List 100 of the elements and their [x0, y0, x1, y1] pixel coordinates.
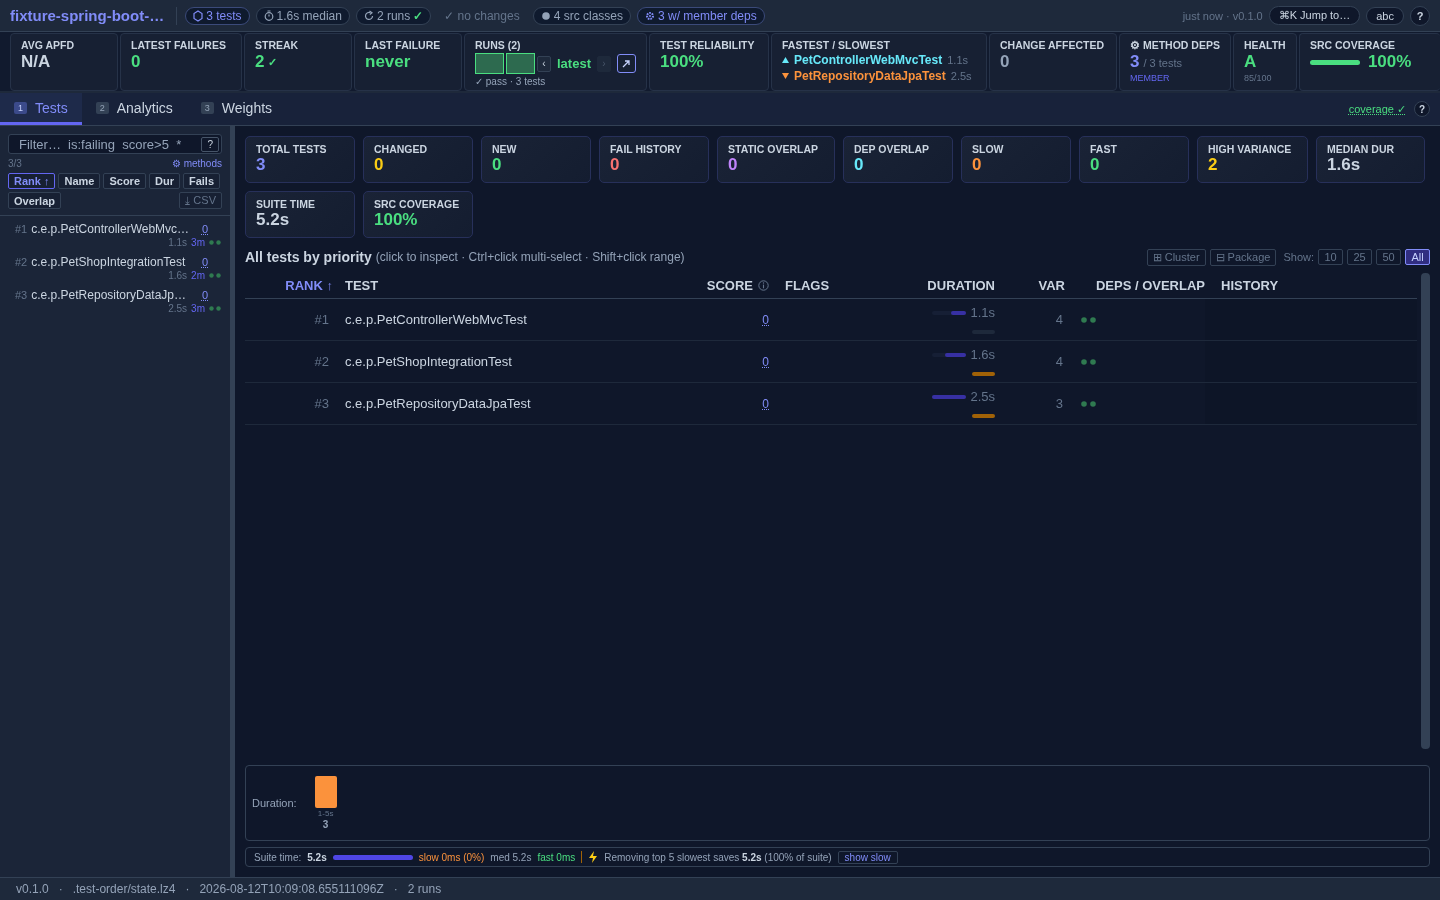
card-value: 0	[854, 156, 865, 174]
score-link[interactable]: 0	[762, 313, 769, 327]
tab[interactable]: 1 Tests	[0, 93, 82, 125]
column-header[interactable]: VAR	[995, 278, 1065, 293]
help-button[interactable]: ?	[1414, 101, 1430, 117]
chart-title: Duration:	[252, 797, 297, 809]
info-chip: 2 runs ✓	[355, 6, 432, 25]
test-name: c.e.p.PetRepositoryDataJp…	[31, 288, 187, 302]
expand-button[interactable]	[616, 54, 636, 73]
table-row[interactable]: #3 c.e.p.PetRepositoryDataJpaTest 0 2.5s 3	[245, 383, 1417, 425]
page-size-button[interactable]: 50	[1376, 249, 1401, 265]
sort-button[interactable]: Name	[58, 173, 101, 189]
table-cell-text: c.e.p.PetShopIntegrationTest	[345, 354, 513, 369]
column-header[interactable]: RANK ↑	[245, 278, 345, 293]
score-link[interactable]: 0	[201, 256, 208, 268]
card-label: STATIC OVERLAP	[728, 143, 820, 155]
run-block[interactable]	[506, 53, 535, 74]
gear-icon	[645, 9, 655, 22]
shortcut-badge: 2	[95, 101, 109, 114]
coverage-link[interactable]: coverage ✓	[1348, 102, 1406, 116]
card-value: 3	[1129, 53, 1140, 71]
page-size-button[interactable]: 25	[1347, 249, 1372, 265]
duration-text: 1.6s	[970, 347, 995, 362]
test-list-item[interactable]: #1 c.e.p.PetControllerWebMvc… 0 1.1s 3m	[8, 222, 222, 248]
column-header[interactable]: TEST	[345, 278, 705, 293]
card-label: RUNS (2)	[475, 39, 522, 51]
sort-button[interactable]: Rank ↑	[8, 173, 56, 189]
score-link[interactable]: 0	[762, 355, 769, 369]
status-text: v0.1.0	[16, 882, 49, 896]
help-button[interactable]: ?	[1410, 5, 1430, 26]
page-size-button[interactable]: 10	[1318, 249, 1343, 265]
score-link[interactable]: 0	[762, 397, 769, 411]
card-value: 0	[131, 53, 142, 71]
run-label: latest	[557, 56, 591, 71]
test-list-item[interactable]: #2 c.e.p.PetShopIntegrationTest 0 1.6s 2m	[8, 255, 222, 281]
rank-text: #1	[15, 223, 28, 235]
card-value: 3	[256, 156, 267, 174]
sort-button[interactable]: Fails	[182, 173, 221, 189]
age-text: 3m	[191, 303, 205, 314]
table-row[interactable]: #1 c.e.p.PetControllerWebMvcTest 0 1.1s 4	[245, 299, 1417, 341]
test-name: PetControllerWebMvcTest	[793, 53, 943, 67]
card-value: 0	[972, 156, 983, 174]
health-score: 85/100	[1243, 73, 1273, 83]
methods-link[interactable]: ⚙ methods	[171, 158, 222, 169]
age-text: 3m	[191, 237, 205, 248]
result-count: 3/3	[8, 158, 22, 169]
duration-text: 1.6s	[168, 270, 188, 281]
score-link[interactable]: 0	[201, 289, 208, 301]
tab[interactable]: 3 Weights	[186, 93, 287, 125]
age-text: 2m	[191, 270, 205, 281]
view-button[interactable]: ⊟ Package	[1209, 248, 1277, 266]
tab[interactable]: 2 Analytics	[81, 93, 187, 125]
splitter-handle[interactable]	[230, 126, 235, 877]
status-text: ·	[58, 882, 63, 896]
column-header[interactable]: HISTORY	[1205, 278, 1417, 293]
sort-button[interactable]: Dur	[149, 173, 180, 189]
column-header[interactable]: SCORE	[705, 278, 775, 293]
table-cell-text: 4	[1054, 354, 1064, 369]
card-value: 0	[610, 156, 621, 174]
column-header[interactable]: FLAGS	[775, 278, 875, 293]
table-row[interactable]: #2 c.e.p.PetShopIntegrationTest 0 1.6s 4	[245, 341, 1417, 383]
card-label: CHANGED	[374, 143, 429, 155]
duration-text: 2.5s	[950, 70, 972, 82]
info-chip: 3 w/ member deps	[637, 6, 765, 25]
refresh-icon	[363, 9, 374, 22]
show-slow-button[interactable]: show slow	[837, 850, 898, 864]
status-dots-icon	[209, 240, 222, 245]
help-button[interactable]: ?	[201, 136, 219, 152]
card-label: FASTEST / SLOWEST	[781, 39, 891, 51]
run-block[interactable]	[475, 53, 504, 74]
view-button[interactable]: ⊞ Cluster	[1146, 248, 1206, 266]
slow-text: slow 0ms (0%)	[418, 851, 485, 863]
test-list-item[interactable]: #3 c.e.p.PetRepositoryDataJp… 0 2.5s 3m	[8, 288, 222, 314]
duration-bar	[932, 310, 967, 315]
card-label: ⚙ METHOD DEPS	[1129, 39, 1220, 51]
page-size-button[interactable]: All	[1405, 249, 1430, 265]
column-header[interactable]: DURATION	[875, 278, 995, 293]
status-dots-icon	[1081, 316, 1097, 323]
score-link[interactable]: 0	[201, 223, 208, 235]
filter-field[interactable]: Filter… is:failing score>5 * ?	[8, 134, 222, 154]
csv-button[interactable]: ⤓ CSV	[179, 192, 222, 209]
font-toggle-button[interactable]: abc	[1366, 6, 1404, 25]
card-label: FAIL HISTORY	[610, 143, 683, 155]
table-cell-text: c.e.p.PetControllerWebMvcTest	[345, 312, 528, 327]
circle-icon	[540, 9, 551, 22]
duration-text: 1.1s	[970, 305, 995, 320]
scrollbar[interactable]	[1421, 273, 1430, 749]
card-value: never	[365, 53, 412, 71]
status-text: ·	[185, 882, 190, 896]
card-label: LATEST FAILURES	[131, 39, 227, 51]
card-label: AVG APFD	[21, 39, 76, 51]
jump-button[interactable]: ⌘K Jump to…	[1268, 6, 1361, 25]
card-value: 0	[728, 156, 739, 174]
previous-button[interactable]: ‹	[537, 55, 551, 72]
column-header[interactable]: DEPS / OVERLAP	[1065, 278, 1205, 293]
card-value: 0	[999, 53, 1011, 71]
table-cell-text: #2	[313, 354, 330, 369]
card-value: 2	[1208, 156, 1219, 174]
sort-button[interactable]: Score	[103, 173, 146, 189]
sort-button[interactable]: Overlap	[8, 192, 61, 209]
